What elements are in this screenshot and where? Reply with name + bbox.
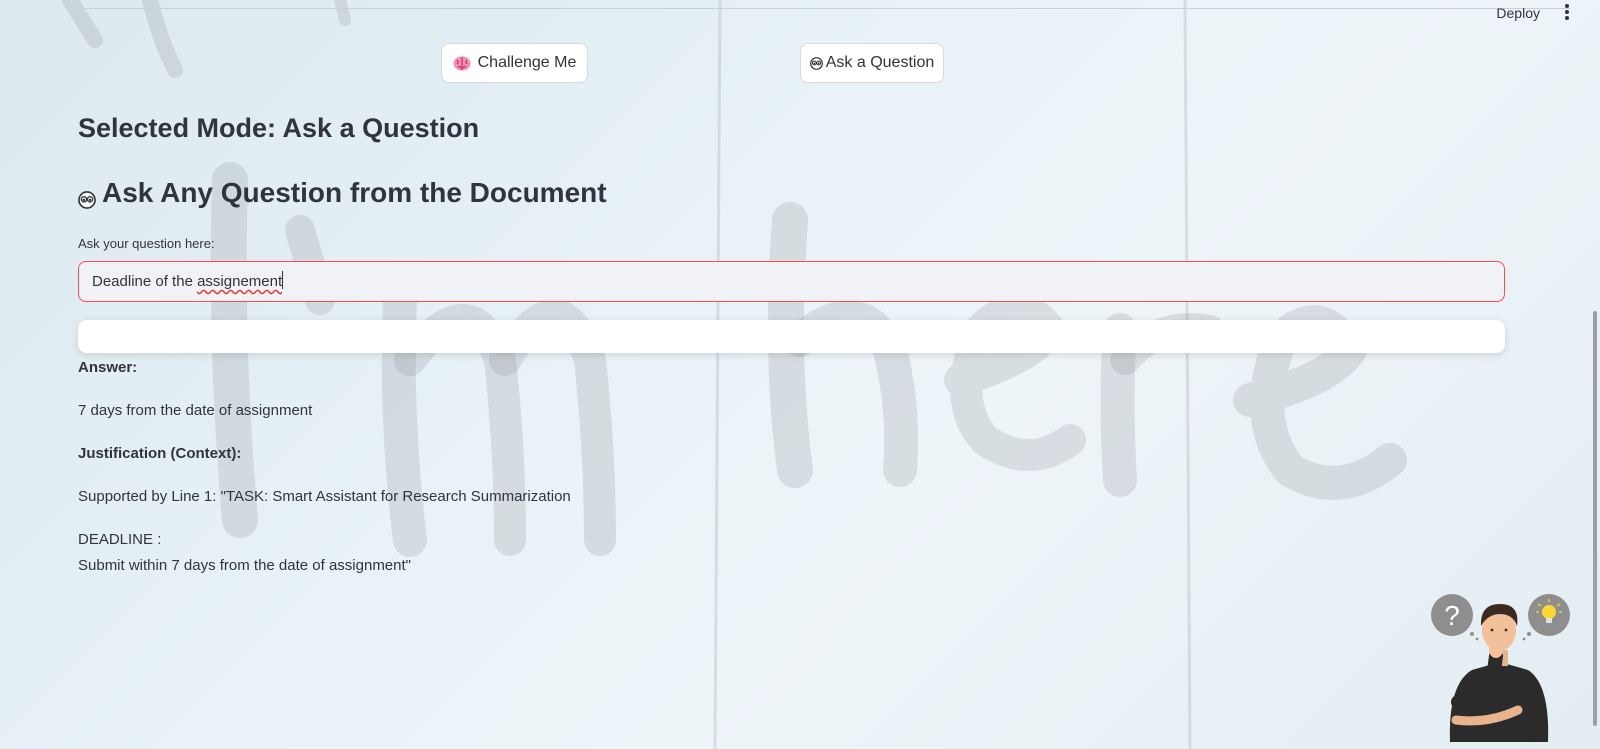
thinking-person-illustration: ? (1428, 592, 1578, 742)
ask-question-label: Ask a Question (825, 54, 935, 71)
answer-heading: Answer: (78, 359, 138, 376)
justification-line-3: Submit within 7 days from the date of as… (78, 557, 411, 574)
vertical-scrollbar[interactable] (1593, 311, 1597, 726)
brain-icon (453, 56, 471, 71)
svg-text:?: ? (1444, 600, 1460, 631)
eyes-icon (78, 184, 96, 209)
question-input-text: Deadline of the (92, 273, 198, 290)
question-field-label: Ask your question here: (78, 236, 215, 251)
challenge-me-label: Challenge Me (477, 54, 577, 71)
justification-line-2: DEADLINE : (78, 531, 162, 548)
header-divider (78, 8, 1570, 9)
justification-line-1: Supported by Line 1: "TASK: Smart Assist… (78, 488, 571, 505)
answer-block: Answer: 7 days from the date of assignme… (78, 355, 978, 579)
answer-card-container (78, 320, 1505, 353)
challenge-me-button[interactable]: Challenge Me (441, 43, 588, 83)
kebab-menu-icon[interactable] (1558, 3, 1576, 23)
section-title-text: Ask Any Question from the Document (102, 177, 607, 208)
eyes-icon (809, 56, 823, 70)
selected-mode-heading: Selected Mode: Ask a Question (78, 113, 480, 143)
question-input-misspelled-word: assignement (197, 273, 283, 290)
justification-heading: Justification (Context): (78, 445, 242, 462)
deploy-button[interactable]: Deploy (1496, 5, 1540, 21)
ask-question-button[interactable]: Ask a Question (800, 43, 944, 83)
section-title: Ask Any Question from the Document (78, 177, 607, 209)
question-input[interactable]: Deadline of the assignement (78, 261, 1505, 302)
answer-text: 7 days from the date of assignment (78, 402, 313, 419)
text-caret (282, 271, 284, 289)
